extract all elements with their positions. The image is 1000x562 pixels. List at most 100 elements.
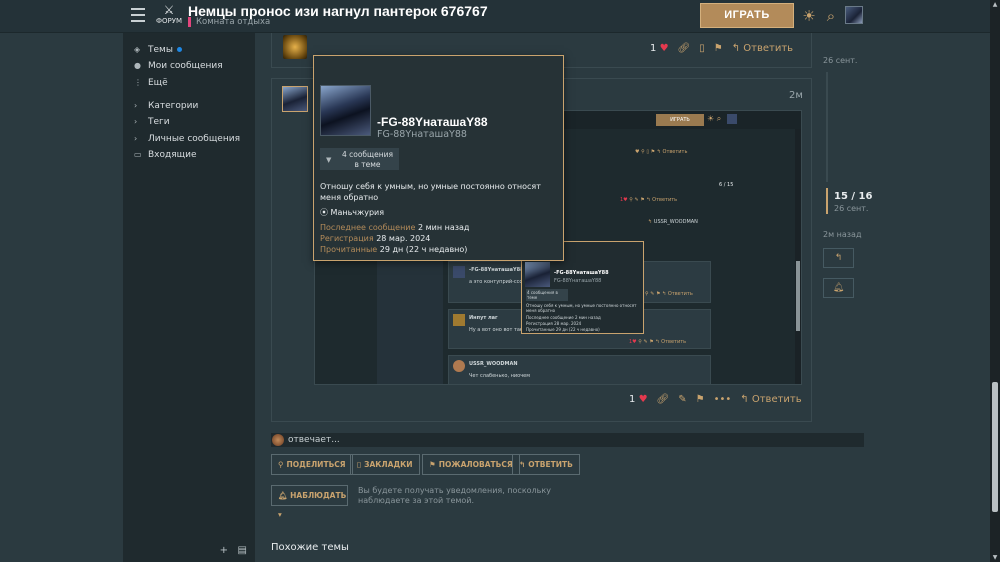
- user-card-location: ⦿ Маньчжурия: [320, 207, 384, 218]
- flag-icon[interactable]: ⚑: [696, 394, 705, 405]
- sidebar-item-my-posts[interactable]: ● Мои сообщения: [134, 61, 223, 71]
- play-button[interactable]: ИГРАТЬ: [700, 3, 794, 28]
- user-card-avatar[interactable]: [320, 85, 371, 136]
- like-button[interactable]: 1 ♥: [650, 43, 669, 54]
- inbox-icon: ▭: [134, 150, 142, 159]
- site-logo[interactable]: ⚔ ФОРУМ: [154, 3, 184, 29]
- more-icon[interactable]: •••: [714, 394, 732, 405]
- embed-reply: Ответить: [662, 149, 688, 155]
- edit-icon[interactable]: ✎: [678, 394, 686, 405]
- embed-card-user: FG-88YнaтaшaY88: [554, 278, 602, 284]
- embed-post-avatar: [453, 266, 465, 278]
- like-count: 1: [629, 394, 636, 405]
- stat-value: 28 мар. 2024: [376, 234, 431, 243]
- embed-reply: Ответить: [667, 291, 693, 297]
- timeline-handle[interactable]: [826, 188, 828, 214]
- embed-post-user: USSR_WOODMAN: [469, 361, 518, 367]
- sidebar-item-messages[interactable]: › Личные сообщения: [134, 134, 240, 144]
- sidebar-item-label: Ещё: [148, 78, 168, 88]
- embed-card-reg: Регистрация 28 мар. 2024: [526, 321, 582, 326]
- search-icon[interactable]: ⌕: [822, 7, 840, 25]
- scroll-up-icon[interactable]: ▲: [992, 1, 998, 8]
- stat-label: Регистрация: [320, 234, 374, 243]
- page-scrollbar[interactable]: ▲ ▼: [990, 0, 1000, 562]
- like-button[interactable]: 1 ♥: [629, 394, 648, 405]
- sidebar-item-label: Мои сообщения: [148, 61, 223, 71]
- sidebar-item-label: Теги: [148, 117, 170, 127]
- reply-button[interactable]: ↰ Ответить: [740, 394, 801, 405]
- keyboard-icon[interactable]: ▤: [238, 545, 247, 556]
- reply-button[interactable]: ↰ Ответить: [732, 43, 793, 54]
- sidebar-item-label: Темы: [148, 45, 173, 55]
- sidebar-footer: + ▤: [220, 545, 247, 556]
- bell-icon: 🔔︎: [832, 283, 845, 293]
- theme-sun-icon[interactable]: ☀: [800, 7, 818, 25]
- embed-post-avatar: [453, 314, 465, 326]
- filter-posts-button[interactable]: ▼ 4 сообщения в теме: [320, 148, 399, 170]
- post-actions: 1 ♥ 🔗︎ ✎ ⚑ ••• ↰ Ответить: [629, 394, 802, 405]
- embed-reply: Ответить: [661, 339, 687, 345]
- embed-author-tag: ↰ USSR_WOODMAN: [648, 219, 698, 225]
- embed-actions: ♥ ⚲ ▯ ⚑ ↰ Ответить: [635, 149, 688, 155]
- sidebar-item-categories[interactable]: › Категории: [134, 101, 198, 111]
- link-icon[interactable]: 🔗︎: [657, 394, 670, 405]
- embed-post: USSR_WOODMAN Чет слабенько, ниочем: [448, 355, 711, 384]
- sidebar-item-tags[interactable]: › Теги: [134, 117, 170, 127]
- menu-icon[interactable]: [131, 8, 145, 22]
- watch-label: НАБЛЮДАТЬ: [290, 491, 347, 500]
- user-card-last-post: Последнее сообщение 2 мин назад: [320, 223, 469, 232]
- embed-post-avatar: [453, 360, 465, 372]
- notification-level-button[interactable]: 🔔︎ НАБЛЮДАТЬ ▾: [271, 485, 348, 519]
- embed-post-actions: 1♥ ⚲ ✎ ⚑ ↰ Ответить: [629, 339, 687, 345]
- filter-icon: ▼: [326, 156, 332, 164]
- sidebar-item-more[interactable]: ⋮ Ещё: [134, 78, 168, 88]
- bookmark-icon[interactable]: ▯: [699, 43, 705, 54]
- timeline-reply-button[interactable]: ↰: [823, 248, 854, 268]
- user-card-name[interactable]: -FG-88YнaтaшaY88: [377, 115, 488, 129]
- heart-icon: ♥: [659, 43, 669, 54]
- embed-avatar: [727, 114, 737, 124]
- embed-sun-icon: ☀ ⌕: [707, 114, 722, 123]
- timeline-start-date[interactable]: 26 сент.: [823, 56, 857, 65]
- top-header: ⚔ ФОРУМ Немцы пронос изи нагнул пантерок…: [0, 0, 990, 33]
- sidebar-item-inbox[interactable]: ▭ Входящие: [134, 150, 197, 160]
- user-avatar[interactable]: [845, 6, 863, 24]
- reply-topic-button[interactable]: ↰ ОТВЕТИТЬ: [512, 454, 580, 475]
- add-icon[interactable]: +: [220, 545, 228, 556]
- post-avatar[interactable]: [282, 86, 308, 112]
- chevron-right-icon: ›: [134, 101, 138, 110]
- reply-label: ОТВЕТИТЬ: [528, 460, 573, 469]
- user-icon: ●: [134, 61, 141, 70]
- sidebar-item-label: Личные сообщения: [148, 134, 240, 144]
- post-time: 2м: [789, 90, 803, 101]
- bookmark-icon: ▯: [357, 460, 362, 469]
- timeline-track: [826, 72, 828, 182]
- scroll-down-icon[interactable]: ▼: [992, 554, 998, 561]
- user-card: -FG-88YнaтaшaY88 FG-88YнaтaшaY88 ▼ 4 соо…: [313, 55, 564, 261]
- reply-label: Ответить: [743, 43, 794, 54]
- user-card-registered: Регистрация 28 мар. 2024: [320, 234, 430, 243]
- timeline-notify-button[interactable]: 🔔︎: [823, 278, 854, 298]
- reply-label: Ответить: [751, 394, 802, 405]
- post-actions: 1 ♥ 🔗︎ ▯ ⚑ ↰ Ответить: [650, 43, 793, 54]
- embed-post-user: -FG-88YнaтaшaY88: [469, 267, 524, 273]
- post-avatar[interactable]: [283, 35, 307, 59]
- timeline-handle-date: 26 сент.: [834, 204, 869, 213]
- timeline-end-time[interactable]: 2м назад: [823, 230, 862, 239]
- flag-icon[interactable]: ⚑: [714, 43, 723, 54]
- scrollbar-thumb[interactable]: [992, 382, 998, 512]
- logo-emblem-icon: ⚔: [163, 3, 175, 17]
- notification-note: Вы будете получать уведомления, поскольк…: [358, 486, 551, 505]
- share-button[interactable]: ⚲ ПОДЕЛИТЬСЯ: [271, 454, 353, 475]
- sidebar-item-label: Входящие: [148, 150, 197, 160]
- bookmark-button[interactable]: ▯ ЗАКЛАДКИ: [350, 454, 420, 475]
- category-badge[interactable]: Комната отдыха: [188, 17, 270, 27]
- unread-dot: [176, 47, 182, 52]
- link-icon[interactable]: 🔗︎: [678, 43, 691, 54]
- flag-button[interactable]: ⚑ ПОЖАЛОВАТЬСЯ: [422, 454, 520, 475]
- sidebar-item-topics[interactable]: ◈ Темы: [134, 45, 182, 55]
- embed-card-last: Последнее сообщение 2 мин назад: [526, 315, 601, 320]
- embed-post-actions: ⚲ ✎ ⚑ ↰ Ответить: [645, 291, 693, 297]
- similar-topics-heading: Похожие темы: [271, 542, 349, 553]
- embed-author-name: USSR_WOODMAN: [653, 219, 698, 225]
